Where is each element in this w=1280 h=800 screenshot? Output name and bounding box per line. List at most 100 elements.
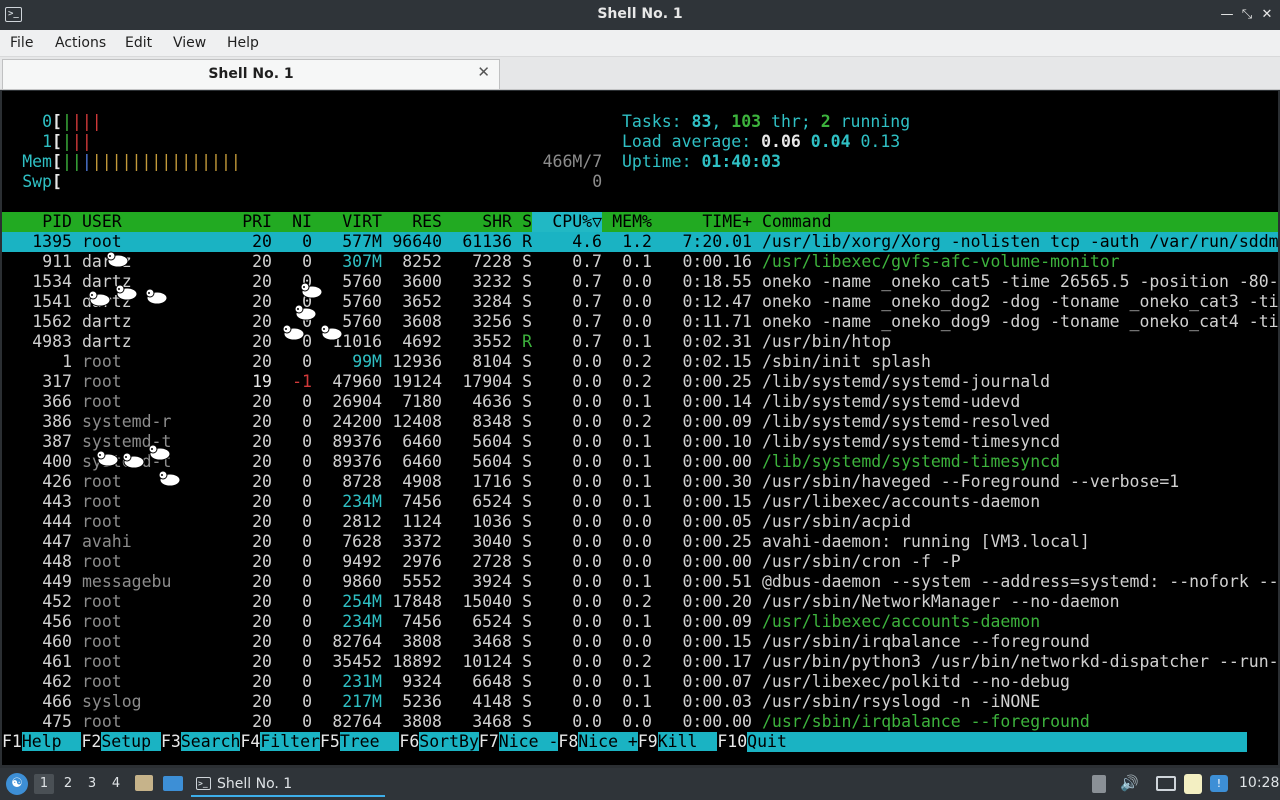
column-header-s[interactable]: S	[512, 212, 532, 232]
clock[interactable]: 10:28	[1239, 775, 1279, 791]
menu-view[interactable]: View	[173, 35, 206, 51]
fkey-label-f8[interactable]: Nice +	[578, 732, 638, 751]
process-row[interactable]: 466 syslog 20 0 217M 5236 4148 S 0.0 0.1 0:00.03/u…	[2, 692, 1278, 712]
fkey-label-f7[interactable]: Nice -	[498, 732, 559, 751]
close-icon[interactable]: ✕	[1258, 6, 1276, 24]
column-header-shr[interactable]: SHR	[442, 212, 512, 232]
column-header-user[interactable]: USER	[72, 212, 182, 232]
fkey-f7[interactable]: F7	[479, 732, 499, 751]
column-header-pri[interactable]: PRI	[182, 212, 272, 232]
terminal-view[interactable]: 0[||||5.9%]1[|||3.3%]Mem[|||||||||||||||…	[2, 91, 1278, 765]
process-row[interactable]: 387 systemd-t 20 0 89376 6460 5604 S 0.0 0.1 0:00.…	[2, 432, 1278, 452]
process-row[interactable]: 1395 root 20 0 577M 96640 61136 R 4.6 1.2 7:20.01 /…	[2, 232, 1278, 252]
cell-cmd: /lib/systemd/systemd-timesyncd	[762, 452, 1061, 471]
column-header-cpu[interactable]: CPU%▽	[532, 212, 602, 232]
fkey-f4[interactable]: F4	[240, 732, 260, 751]
process-row[interactable]: 461 root 20 0 35452 18892 10124 S 0.0 0.2 0:00.17 /…	[2, 652, 1278, 672]
fkey-label-f2[interactable]: Setup	[101, 732, 161, 751]
process-row[interactable]: 443 root 20 0 234M 7456 6524 S 0.0 0.1 0:00.15/usr…	[2, 492, 1278, 512]
minimize-icon[interactable]: —	[1218, 6, 1236, 24]
fkey-label-f6[interactable]: SortBy	[419, 732, 479, 751]
fkey-label-f1[interactable]: Help	[21, 732, 82, 751]
cell-mem: 0.0	[622, 532, 652, 551]
fkey-label-f5[interactable]: Tree	[339, 732, 400, 751]
process-row[interactable]: 1562 dartz 20 0 5760 3608 3256 S 0.7 0.0 0:11.71 on…	[2, 312, 1278, 332]
maximize-icon[interactable]: ⤡	[1238, 6, 1256, 24]
cell-cpu: 0.0	[572, 632, 602, 651]
column-header-ni[interactable]: NI	[272, 212, 312, 232]
fkey-label-f9[interactable]: Kill	[657, 732, 718, 751]
network-icon[interactable]	[1156, 776, 1176, 791]
cell-cmd: /lib/systemd/systemd-timesyncd	[762, 432, 1061, 451]
menu-file[interactable]: File	[10, 35, 33, 51]
process-row[interactable]: 1 root 20 0 99M 12936 8104 S 0.0 0.2 0:02.15/sbin/…	[2, 352, 1278, 372]
process-row[interactable]: 386 systemd-r 20 0 24200 12408 8348 S 0.0 0.2 0:00…	[2, 412, 1278, 432]
column-header-time[interactable]: TIME+	[652, 212, 752, 232]
cell-time: 0:00.00	[682, 452, 752, 471]
column-header-command[interactable]: Command	[752, 212, 1278, 232]
eject-icon[interactable]	[1092, 775, 1106, 793]
desktop-4[interactable]: 4	[106, 774, 126, 794]
window-titlebar[interactable]: >_ Shell No. 1 — ⤡ ✕	[0, 0, 1280, 30]
process-row[interactable]: 456 root 20 0 234M 7456 6524 S 0.0 0.1 0:00.09/usr…	[2, 612, 1278, 632]
process-row[interactable]: 449 messagebu 20 0 9860 5552 3924 S 0.0 0.1 0:00.5…	[2, 572, 1278, 592]
notification-icon[interactable]: !	[1210, 775, 1228, 792]
fkey-label-f4[interactable]: Filter	[260, 732, 320, 751]
file-manager-icon[interactable]	[135, 775, 153, 791]
menu-actions[interactable]: Actions	[55, 35, 106, 51]
process-row[interactable]: 317 root 19 -1 47960 19124 17904 S 0.0 0.2 0:00.25…	[2, 372, 1278, 392]
process-row[interactable]: 452 root 20 0 254M 17848 15040 S 0.0 0.2 0:00.20/u…	[2, 592, 1278, 612]
show-desktop-icon[interactable]	[163, 776, 183, 791]
process-row[interactable]: 447 avahi 20 0 7628 3372 3040 S 0.0 0.0 0:00.25 ava…	[2, 532, 1278, 552]
window-title: Shell No. 1	[597, 6, 683, 22]
process-row[interactable]: 475 root 20 0 82764 3808 3468 S 0.0 0.0 0:00.00/us…	[2, 712, 1278, 732]
process-row[interactable]: 448 root 20 0 9492 2976 2728 S 0.0 0.0 0:00.00/usr…	[2, 552, 1278, 572]
fkey-f10[interactable]: F10	[717, 732, 747, 751]
process-row[interactable]: 426 root 20 0 8728 4908 1716 S 0.0 0.1 0:00.30/usr…	[2, 472, 1278, 492]
fkey-f1[interactable]: F1	[2, 732, 22, 751]
volume-icon[interactable]: 🔊	[1120, 774, 1139, 792]
tab-close-icon[interactable]: ✕	[477, 63, 490, 81]
clipboard-icon[interactable]	[1184, 774, 1202, 794]
column-header-virt[interactable]: VIRT	[312, 212, 382, 232]
cell-pid: 1	[62, 352, 72, 371]
cell-pid: 452	[42, 592, 72, 611]
column-header-pid[interactable]: PID	[2, 212, 72, 232]
fkey-f2[interactable]: F2	[81, 732, 101, 751]
process-row[interactable]: 366 root 20 0 26904 7180 4636 S 0.0 0.1 0:00.14/li…	[2, 392, 1278, 412]
process-row[interactable]: 444 root 20 0 2812 1124 1036 S 0.0 0.0 0:00.05/usr…	[2, 512, 1278, 532]
desktop-1[interactable]: 1	[34, 774, 54, 794]
process-row[interactable]: 1534 dartz 20 0 5760 3600 3232 S 0.7 0.0 0:18.55 on…	[2, 272, 1278, 292]
process-row[interactable]: 462 root 20 0 231M 9324 6648 S 0.0 0.1 0:00.07/usr…	[2, 672, 1278, 692]
cell-pri: 20	[252, 652, 272, 671]
process-row[interactable]: 4983 dartz 20 0 11016 4692 3552 R 0.7 0.1 0:02.31 /…	[2, 332, 1278, 352]
fkey-f9[interactable]: F9	[638, 732, 658, 751]
column-header-res[interactable]: RES	[382, 212, 442, 232]
app-launcher-icon[interactable]: ☯	[6, 773, 28, 795]
process-row[interactable]: 460 root 20 0 82764 3808 3468 S 0.0 0.0 0:00.15/us…	[2, 632, 1278, 652]
fkey-f6[interactable]: F6	[399, 732, 419, 751]
process-row[interactable]: 911 dartz 20 0 307M 8252 7228 S 0.7 0.1 0:00.16/us…	[2, 252, 1278, 272]
fkey-f5[interactable]: F5	[320, 732, 340, 751]
cell-shr: 10124	[462, 652, 512, 671]
desktop-3[interactable]: 3	[82, 774, 102, 794]
menu-edit[interactable]: Edit	[125, 35, 152, 51]
cell-ni: 0	[302, 672, 312, 691]
fkey-label-f3[interactable]: Search	[180, 732, 241, 751]
cell-virt: 89376	[332, 452, 382, 471]
taskbar-window-shell[interactable]: >_ Shell No. 1	[191, 771, 385, 797]
column-header-mem[interactable]: MEM%	[602, 212, 652, 232]
tab-shell-1[interactable]: Shell No. 1 ✕	[2, 59, 500, 89]
cell-ni: 0	[302, 512, 312, 531]
process-row[interactable]: 1541 dartz 20 0 5760 3652 3284 S 0.7 0.0 0:12.47 on…	[2, 292, 1278, 312]
fkey-f3[interactable]: F3	[161, 732, 181, 751]
process-table-header[interactable]: PID USER PRI NI VIRT RES SHR S CPU%▽ MEM% TIME+ Com…	[2, 212, 1278, 232]
cell-mem: 0.1	[622, 572, 652, 591]
cell-shr: 6524	[472, 612, 512, 631]
tasks-label: Tasks:	[622, 112, 692, 131]
desktop-2[interactable]: 2	[58, 774, 78, 794]
process-row[interactable]: 400 systemd-t 20 0 89376 6460 5604 S 0.0 0.1 0:00.…	[2, 452, 1278, 472]
fkey-label-f10[interactable]: Quit	[747, 732, 1248, 752]
fkey-f8[interactable]: F8	[558, 732, 578, 751]
menu-help[interactable]: Help	[227, 35, 259, 51]
